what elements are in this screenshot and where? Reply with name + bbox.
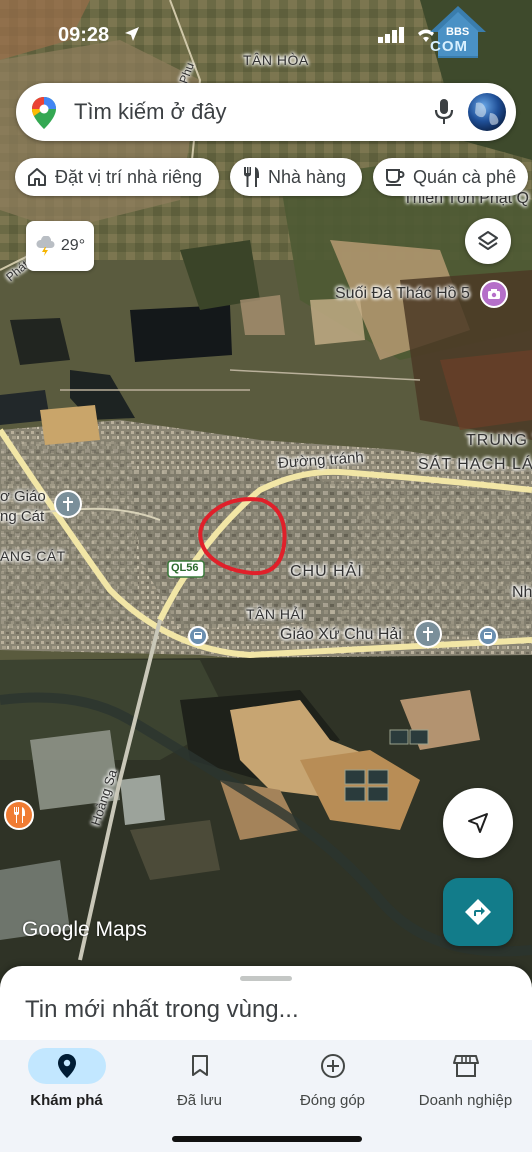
location-arrow-icon [125,27,139,41]
account-avatar[interactable] [468,93,506,131]
maps-screen: TÂN HÒA Thiên Tôn Phật Q Suối Đá Thác Hồ… [0,0,532,1152]
sheet-drag-handle[interactable] [240,976,292,981]
navigation-arrow-icon [468,813,488,833]
status-bar: 09:28 BBS COM [0,0,532,70]
camera-icon [488,289,500,299]
bookmark-icon [191,1055,208,1076]
chip-cafes[interactable]: Quán cà phê [373,158,528,196]
google-maps-pin-icon [32,97,56,129]
nav-contribute-label: Đóng góp [299,1092,366,1109]
map-label-tan-hai: TÂN HẢI [246,606,305,622]
map-label-giao-xu: Giáo Xứ Chu Hải [280,626,402,643]
bus-stop-marker-1[interactable] [188,626,208,646]
search-input[interactable]: Tìm kiếm ở đây [74,99,227,125]
chip-label-cafes: Quán cà phê [413,166,517,187]
map-label-trung-t: TRUNG T [466,432,532,449]
attraction-marker-suoi-da[interactable] [480,280,508,308]
nav-saved-label: Đã lưu [176,1092,223,1109]
watermark-small-text: BBS [446,26,470,38]
nav-business-label: Doanh nghiệp [418,1092,513,1109]
nav-explore[interactable]: Khám phá [0,1040,133,1130]
cross-icon [63,497,73,511]
add-circle-icon [320,1054,345,1078]
layers-icon [478,231,498,250]
map-label-nh: Nh [512,584,532,601]
nav-explore-pill [27,1048,106,1084]
coffee-icon [386,169,405,186]
bus-icon [194,632,202,639]
google-maps-logo: Google Maps [22,918,147,941]
directions-button[interactable] [443,878,513,946]
thunderstorm-icon [36,236,55,256]
chip-set-home[interactable]: Đặt vị trí nhà riêng [15,158,219,196]
nav-contribute[interactable]: Đóng góp [266,1040,399,1130]
map-label-giao-left-1: ơ Giáo [0,488,46,505]
cross-icon [423,627,433,641]
weather-temperature: 29° [60,237,86,254]
watermark-text: COM [430,38,468,55]
layers-button[interactable] [465,218,511,264]
fork-knife-icon [14,807,25,823]
nav-contribute-icon-wrap [294,1048,372,1084]
nav-saved-icon-wrap [161,1048,239,1084]
map-label-chu-hai: CHU HẢI [290,563,363,580]
map-label-giao-left-2: ng Cát [0,508,45,525]
chip-label-restaurants: Nhà hàng [268,166,347,187]
cellular-signal-icon [378,27,404,43]
explore-pin-icon [57,1054,76,1078]
map-label-ang-cat: ANG CÁT [0,548,66,564]
bus-stop-marker-2[interactable] [478,626,498,646]
status-time: 09:28 [58,24,110,46]
restaurant-marker[interactable] [4,800,34,830]
storefront-icon [452,1055,479,1077]
nav-business-icon-wrap [427,1048,505,1084]
sheet-title: Tin mới nhất trong vùng... [25,996,299,1023]
home-indicator[interactable] [172,1136,362,1142]
map-label-suoi-da: Suối Đá Thác Hồ 5 [335,285,470,302]
search-bar[interactable]: Tìm kiếm ở đây [16,83,516,141]
map-label-ql56: QL56 [171,562,199,574]
nav-business[interactable]: Doanh nghiệp [399,1040,532,1130]
chip-label-home: Đặt vị trí nhà riêng [55,166,203,187]
church-marker-chu-hai[interactable] [414,620,442,648]
church-marker-left[interactable] [54,490,82,518]
home-icon [28,168,46,186]
map-label-sat-hach: SÁT HẠCH LÁI X [418,456,532,473]
directions-icon [465,899,491,925]
earth-image-icon [475,102,499,125]
nav-saved[interactable]: Đã lưu [133,1040,266,1130]
microphone-icon[interactable] [434,98,454,126]
bus-icon [484,632,492,639]
restaurant-icon [244,167,259,187]
nav-explore-label: Khám phá [30,1092,103,1109]
weather-badge[interactable]: 29° [26,221,94,271]
my-location-button[interactable] [443,788,513,858]
chip-restaurants[interactable]: Nhà hàng [230,158,362,196]
